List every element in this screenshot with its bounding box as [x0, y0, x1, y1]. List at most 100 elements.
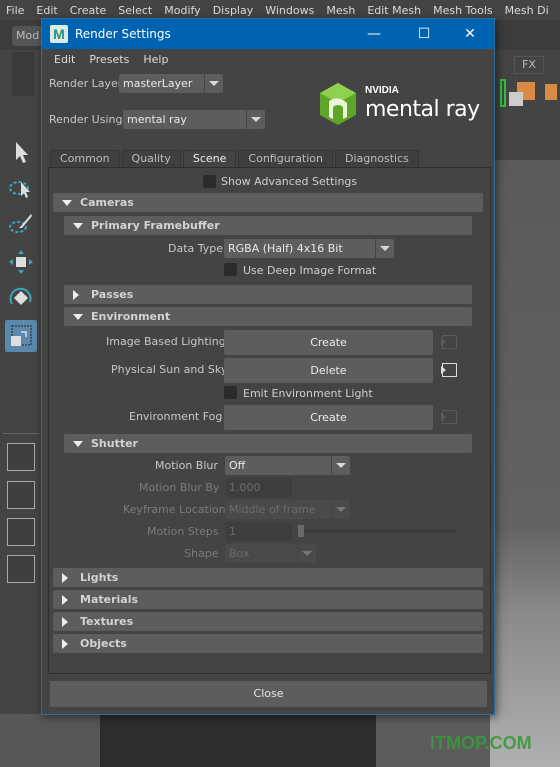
dialog-menubar: Edit Presets Help	[42, 49, 494, 69]
minimize-button[interactable]: —	[352, 19, 396, 49]
map-input-icon[interactable]	[441, 363, 457, 377]
chevron-down-icon	[331, 500, 350, 519]
motion-steps-slider-track[interactable]	[300, 530, 456, 533]
menu-mesh-tools[interactable]: Mesh Tools	[427, 4, 499, 17]
render-layer-dropdown[interactable]: masterLayer	[119, 74, 223, 93]
menu-display[interactable]: Display	[207, 4, 260, 17]
lasso-icon	[9, 181, 30, 198]
render-using-dropdown[interactable]: mental ray	[123, 110, 265, 129]
scale-tool[interactable]	[5, 320, 37, 352]
map-input-icon[interactable]	[441, 335, 457, 349]
section-title: Cameras	[80, 196, 134, 209]
menu-windows[interactable]: Windows	[259, 4, 320, 17]
chevron-down-icon	[297, 544, 316, 563]
section-passes[interactable]: Passes	[64, 285, 472, 304]
four-view-layout-icon[interactable]	[7, 481, 35, 509]
collapsed-triangle-icon	[73, 285, 85, 304]
maya-menubar: File Edit Create Select Modify Display W…	[0, 0, 560, 20]
tab-configuration[interactable]: Configuration	[238, 150, 334, 167]
menu-file[interactable]: File	[0, 4, 30, 17]
lasso-tool[interactable]	[5, 172, 37, 204]
data-type-dropdown[interactable]: RGBA (Half) 4x16 Bit	[224, 239, 394, 258]
menu-help[interactable]: Help	[136, 53, 175, 66]
menu-mesh[interactable]: Mesh	[320, 4, 361, 17]
render-layer-label: Render Layer	[49, 77, 123, 90]
ibl-create-button[interactable]: Create	[224, 330, 433, 355]
chevron-down-icon	[246, 110, 265, 129]
chevron-down-icon	[204, 74, 223, 93]
render-using-label: Render Using	[49, 113, 123, 126]
tab-common[interactable]: Common	[50, 150, 120, 167]
expanded-triangle-icon	[73, 216, 85, 235]
env-fog-create-button[interactable]: Create	[224, 405, 433, 430]
menu-edit-mesh[interactable]: Edit Mesh	[361, 4, 427, 17]
section-materials[interactable]: Materials	[53, 590, 483, 609]
map-input-icon[interactable]	[441, 410, 457, 424]
section-lights[interactable]: Lights	[53, 568, 483, 587]
keyframe-location-dropdown[interactable]: Middle of frame	[225, 500, 350, 519]
section-cameras[interactable]: Cameras	[53, 193, 483, 212]
section-objects[interactable]: Objects	[53, 634, 483, 653]
section-textures[interactable]: Textures	[53, 612, 483, 631]
nvidia-brand: NVIDIA	[365, 85, 399, 96]
single-view-layout-icon[interactable]	[7, 443, 35, 471]
collapsed-triangle-icon	[62, 568, 74, 587]
outliner-layout-icon[interactable]	[7, 555, 35, 583]
menu-modify[interactable]: Modify	[158, 4, 206, 17]
window-title: Render Settings	[75, 27, 171, 41]
expanded-triangle-icon	[62, 193, 74, 212]
chevron-down-icon	[375, 239, 394, 258]
motion-blur-dropdown[interactable]: Off	[225, 456, 350, 475]
maya-app-icon: M	[50, 25, 68, 43]
shelf-icons	[497, 78, 557, 111]
maximize-button[interactable]: ☐	[402, 19, 446, 49]
section-primary-framebuffer[interactable]: Primary Framebuffer	[64, 216, 472, 235]
tab-scene[interactable]: Scene	[182, 150, 237, 167]
motion-blur-by-field[interactable]: 1.000	[225, 478, 292, 497]
motion-steps-label: Motion Steps	[147, 525, 219, 538]
expanded-triangle-icon	[73, 434, 85, 453]
section-title: Primary Framebuffer	[91, 219, 220, 232]
menu-edit[interactable]: Edit	[47, 53, 82, 66]
section-title: Objects	[80, 637, 127, 650]
move-icon	[9, 250, 33, 274]
shape-value: Box	[229, 547, 250, 560]
menu-mesh-display[interactable]: Mesh Di	[499, 4, 555, 17]
section-title: Textures	[80, 615, 134, 628]
show-advanced-checkbox[interactable]	[203, 175, 216, 188]
scale-icon	[11, 325, 32, 346]
rotate-tool[interactable]	[5, 282, 37, 314]
section-environment[interactable]: Environment	[64, 307, 472, 326]
motion-steps-slider-handle[interactable]	[298, 525, 304, 537]
paint-select-tool[interactable]	[5, 208, 37, 240]
move-tool[interactable]	[5, 246, 37, 278]
sun-sky-delete-button[interactable]: Delete	[224, 358, 433, 383]
two-view-layout-icon[interactable]	[7, 518, 35, 546]
motion-steps-field[interactable]: 1	[225, 522, 292, 541]
sun-sky-label: Physical Sun and Sky	[111, 363, 228, 376]
mental-ray-logo: NVIDIA mental ray	[317, 81, 487, 127]
tab-diagnostics[interactable]: Diagnostics	[335, 150, 419, 167]
env-fog-label: Environment Fog	[129, 410, 223, 423]
tab-quality[interactable]: Quality	[121, 150, 181, 167]
menu-select[interactable]: Select	[112, 4, 158, 17]
collapsed-triangle-icon	[62, 612, 74, 631]
menu-edit[interactable]: Edit	[30, 4, 63, 17]
menu-create[interactable]: Create	[64, 4, 113, 17]
menu-presets[interactable]: Presets	[82, 53, 136, 66]
watermark: ITMOP.COM	[430, 733, 532, 753]
section-title: Lights	[80, 571, 119, 584]
section-shutter[interactable]: Shutter	[64, 434, 472, 453]
keyframe-location-label: Keyframe Location	[123, 503, 226, 516]
collapsed-triangle-icon	[62, 590, 74, 609]
shape-dropdown[interactable]: Box	[225, 544, 316, 563]
close-button[interactable]: Close	[50, 681, 487, 707]
emit-env-light-checkbox[interactable]	[224, 386, 237, 399]
deep-image-checkbox[interactable]	[224, 263, 237, 276]
shelf-tab-fx[interactable]: FX	[514, 56, 544, 74]
select-tool[interactable]	[5, 136, 37, 168]
deep-image-label: Use Deep Image Format	[243, 264, 377, 277]
titlebar[interactable]: M Render Settings — ☐ ✕	[42, 19, 494, 49]
viewport[interactable]	[490, 160, 560, 767]
close-window-button[interactable]: ✕	[448, 19, 492, 49]
